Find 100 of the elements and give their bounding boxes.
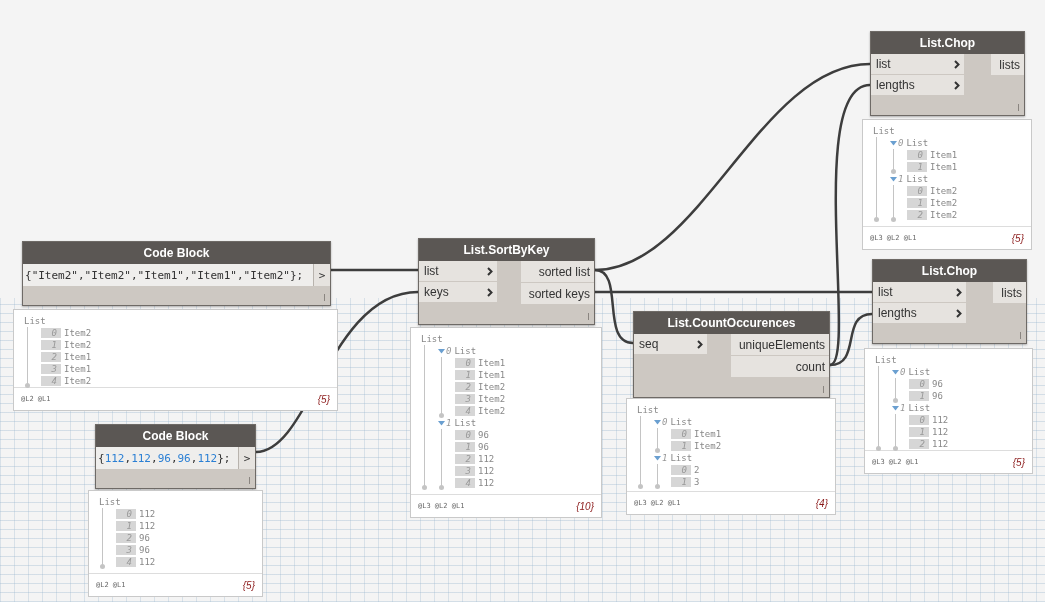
item-value: Item2 — [478, 382, 506, 392]
item-index: 1 — [909, 391, 929, 401]
item-index: 1 — [455, 370, 475, 380]
node[interactable]: List.Chop list lengths lists — [872, 259, 1027, 344]
item-count: {5} — [1011, 232, 1024, 244]
expand-arrow-icon[interactable] — [890, 140, 897, 146]
list-label: List — [908, 403, 931, 413]
chevron-icon — [956, 287, 962, 297]
node[interactable]: List.SortByKey list keys sorted list sorted keys — [418, 238, 595, 325]
item-value: 96 — [932, 391, 943, 401]
item-value: 112 — [139, 557, 156, 567]
output-port[interactable]: count — [730, 356, 829, 378]
code-field[interactable]: {"Item2","Item2","Item1","Item1","Item2"}; — [23, 264, 313, 286]
output-port[interactable]: sorted list — [520, 261, 594, 283]
list-label: List — [906, 138, 929, 148]
item-index: 1 — [671, 477, 691, 487]
input-port[interactable]: lengths — [871, 75, 964, 96]
item-value: Item1 — [478, 358, 506, 368]
node-title: Code Block — [23, 242, 330, 264]
output-port[interactable]: lists — [991, 54, 1024, 76]
item-index: 2 — [41, 352, 61, 362]
list-index: 0 — [900, 367, 906, 377]
list-label: List — [421, 334, 443, 344]
input-port[interactable]: list — [873, 282, 966, 303]
list-label: List — [24, 316, 46, 326]
item-value: Item2 — [930, 186, 958, 196]
item-index: 4 — [116, 557, 136, 567]
list-label: List — [873, 126, 895, 136]
item-index: 1 — [671, 441, 691, 451]
expand-arrow-icon[interactable] — [438, 420, 445, 426]
output-port[interactable]: uniqueElements — [730, 334, 829, 356]
list-label: List — [908, 367, 931, 377]
item-index: 4 — [455, 478, 475, 488]
item-value: 112 — [478, 466, 495, 476]
node[interactable]: List.Chop list lengths lists — [870, 31, 1025, 116]
item-value: Item2 — [930, 198, 958, 208]
node-title: List.Chop — [871, 32, 1024, 54]
output-port[interactable]: sorted keys — [520, 283, 594, 305]
node[interactable]: Code Block {112,112,96,96,112}; > — [95, 424, 256, 489]
expand-arrow-icon[interactable] — [892, 369, 899, 375]
item-value: Item2 — [64, 376, 92, 386]
expand-arrow-icon[interactable] — [654, 419, 661, 425]
item-index: 1 — [907, 162, 927, 172]
input-port[interactable]: seq — [634, 334, 707, 355]
item-value: Item1 — [64, 364, 92, 374]
list-label: List — [875, 355, 897, 365]
code-field[interactable]: {112,112,96,96,112}; — [96, 447, 238, 469]
item-index: 1 — [41, 340, 61, 350]
list-index: 0 — [898, 138, 904, 148]
output-port[interactable]: > — [238, 447, 255, 469]
item-value: Item2 — [478, 394, 506, 404]
list-index: 0 — [446, 346, 452, 356]
item-count: {4} — [815, 497, 828, 509]
grip-mark — [1018, 104, 1019, 111]
chevron-icon — [956, 308, 962, 318]
item-value: 112 — [932, 415, 949, 425]
item-count: {5} — [1012, 456, 1025, 468]
list-label: List — [99, 497, 121, 507]
input-port[interactable]: list — [419, 261, 497, 282]
input-port[interactable]: keys — [419, 282, 497, 303]
item-value: Item1 — [930, 162, 958, 172]
list-label: List — [637, 405, 659, 415]
node-title: List.CountOccurences — [634, 312, 829, 334]
item-index: 4 — [41, 376, 61, 386]
item-index: 2 — [455, 382, 475, 392]
chevron-icon — [954, 80, 960, 90]
chevron-icon — [487, 266, 493, 276]
list-index: 1 — [900, 403, 906, 413]
output-port[interactable]: lists — [993, 282, 1026, 304]
list-index: 1 — [898, 174, 904, 184]
expand-arrow-icon[interactable] — [892, 405, 899, 411]
item-index: 1 — [907, 198, 927, 208]
item-value: 3 — [694, 477, 700, 487]
output-port[interactable]: > — [313, 264, 330, 286]
node-title: List.Chop — [873, 260, 1026, 282]
expand-arrow-icon[interactable] — [438, 348, 445, 354]
input-port[interactable]: list — [871, 54, 964, 75]
item-value: 112 — [478, 454, 495, 464]
node-title: List.SortByKey — [419, 239, 594, 261]
item-value: 96 — [932, 379, 943, 389]
expand-arrow-icon[interactable] — [654, 455, 661, 461]
item-value: Item2 — [694, 441, 722, 451]
grip-mark — [249, 477, 250, 484]
item-value: Item1 — [478, 370, 506, 380]
list-index: 0 — [662, 417, 668, 427]
node[interactable]: Code Block {"Item2","Item2","Item1","Item1","Item2"}; > — [22, 241, 331, 306]
grip-mark — [324, 294, 325, 301]
chevron-icon — [697, 339, 703, 349]
grip-mark — [588, 313, 589, 320]
item-value: Item1 — [694, 429, 722, 439]
item-index: 2 — [116, 533, 136, 543]
expand-arrow-icon[interactable] — [890, 176, 897, 182]
item-value: Item2 — [64, 328, 92, 338]
node[interactable]: List.CountOccurences seq uniqueElements count — [633, 311, 830, 398]
item-value: 112 — [139, 521, 156, 531]
item-index: 4 — [455, 406, 475, 416]
input-port[interactable]: lengths — [873, 303, 966, 324]
item-count: {5} — [317, 393, 330, 405]
list-label: List — [670, 453, 693, 463]
item-value: 96 — [139, 533, 150, 543]
